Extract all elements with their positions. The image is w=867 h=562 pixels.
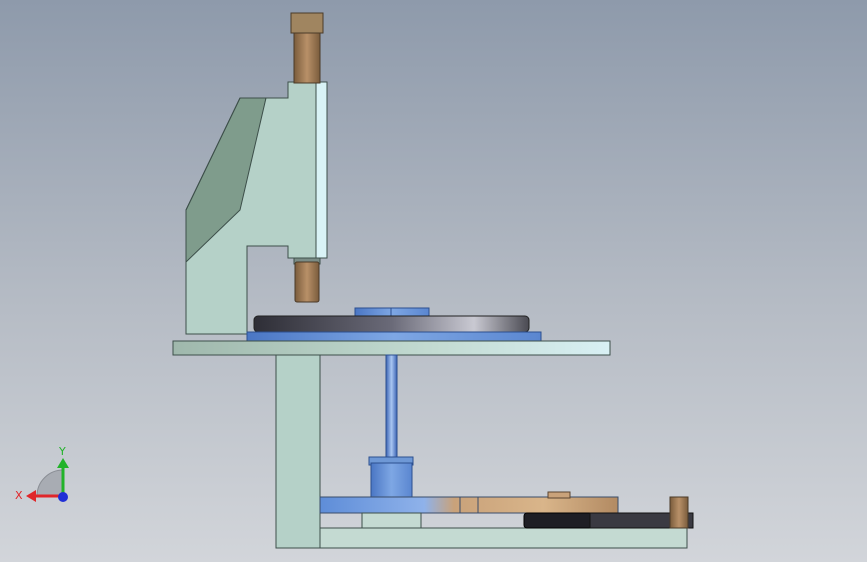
table-plate[interactable] (172, 340, 611, 356)
ram-punch[interactable] (293, 257, 321, 303)
rod-sleeve[interactable] (368, 456, 414, 499)
triad-y-label: Y (58, 445, 66, 458)
triad-x-label: X (15, 489, 23, 502)
triad-z-axis (58, 492, 68, 502)
screw-cap (290, 12, 324, 34)
triad-plane (36, 469, 64, 497)
drive-rod[interactable] (385, 354, 398, 460)
bronze-pin (669, 496, 689, 529)
triad-y-arrow (57, 458, 69, 468)
workpiece-stack[interactable] (246, 307, 542, 342)
model-scene[interactable]: Y X (0, 0, 867, 562)
base-plate[interactable] (319, 527, 688, 549)
base-plate-blue (246, 331, 542, 342)
sleeve-body (370, 462, 413, 499)
frame-head-edge (315, 81, 328, 259)
gear-drive[interactable] (319, 491, 694, 529)
small-bronze-knob (547, 491, 571, 499)
ram-body (294, 261, 320, 303)
coordinate-triad: Y X (15, 445, 69, 502)
gear-bar (319, 496, 619, 514)
screw-shaft (293, 32, 321, 84)
triad-x-arrow (26, 490, 36, 502)
dark-gear-block (523, 512, 595, 529)
cad-viewport[interactable]: Y X (0, 0, 867, 562)
lower-bushing (361, 512, 422, 529)
top-bushing (354, 307, 430, 317)
support-column[interactable] (275, 354, 321, 549)
upper-screw[interactable] (290, 12, 324, 84)
rotary-disk (253, 315, 530, 333)
